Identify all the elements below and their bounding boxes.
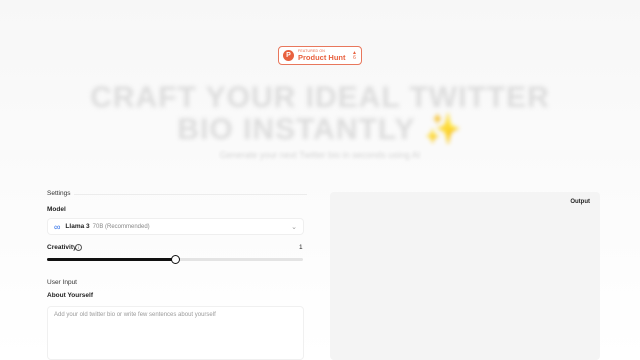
chevron-down-icon: ⌄ (291, 223, 297, 231)
product-hunt-logo-icon: P (283, 50, 294, 61)
product-hunt-badge[interactable]: P FEATURED ON Product Hunt ▲ 6 (278, 46, 362, 65)
settings-divider (74, 194, 307, 195)
hero-title: CRAFT YOUR IDEAL TWITTER BIO INSTANTLY ✨ (90, 81, 550, 146)
about-yourself-input[interactable]: Add your old twitter bio or write few se… (47, 306, 304, 360)
upvote-count: 6 (353, 54, 356, 61)
meta-icon: ∞ (54, 221, 61, 232)
creativity-slider-fill (47, 258, 175, 261)
hero-subtitle: Generate your next Twitter bio in second… (219, 150, 421, 160)
output-label: Output (570, 199, 590, 205)
creativity-value: 1 (299, 244, 303, 251)
product-hunt-votes: ▲ 6 (352, 50, 357, 61)
creativity-slider[interactable] (47, 255, 303, 264)
about-yourself-label: About Yourself (47, 292, 93, 299)
creativity-slider-thumb[interactable] (170, 255, 180, 264)
creativity-label: Creativity (47, 244, 77, 251)
model-detail: 70B (Recommended) (92, 223, 150, 230)
output-panel: Output (330, 192, 600, 360)
product-hunt-name: Product Hunt (298, 52, 346, 62)
settings-panel: Settings Model ∞ Llama 3 70B (Recommende… (46, 186, 308, 360)
model-select[interactable]: ∞ Llama 3 70B (Recommended) ⌄ (47, 218, 304, 235)
user-input-title: User Input (47, 279, 77, 286)
product-hunt-text: FEATURED ON Product Hunt (298, 49, 346, 62)
info-icon[interactable]: i (75, 244, 82, 251)
model-label: Model (47, 206, 66, 213)
settings-title: Settings (47, 190, 71, 197)
model-name: Llama 3 (65, 223, 90, 230)
